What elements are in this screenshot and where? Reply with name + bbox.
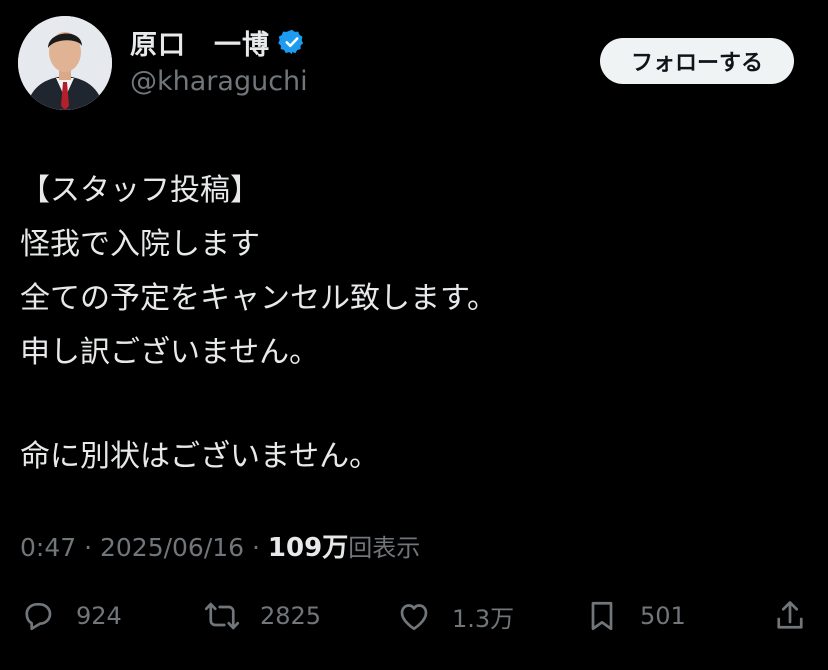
post-line-blank	[20, 380, 497, 430]
bookmark-icon	[591, 601, 613, 631]
bookmark-button[interactable]: 501	[584, 590, 686, 642]
views-label: 回表示	[348, 534, 421, 562]
post-line: 命に別状はございません。	[20, 439, 380, 474]
post-line: 全ての予定をキャンセル致します。	[20, 281, 497, 316]
post-time[interactable]: 0:47	[20, 533, 76, 562]
post-line: 怪我で入院します	[20, 227, 260, 262]
reply-button[interactable]: 924	[20, 590, 122, 642]
bookmark-count: 501	[640, 602, 686, 630]
views-count: 109万	[267, 533, 349, 563]
post-line: 【スタッフ投稿】	[20, 173, 260, 208]
post-date[interactable]: 2025/06/16	[100, 533, 244, 562]
repost-icon	[204, 602, 240, 630]
follow-button[interactable]: フォローする	[600, 38, 794, 84]
action-bar: 924 2825 1.3万 501	[0, 590, 828, 642]
repost-count: 2825	[260, 602, 322, 630]
like-button[interactable]: 1.3万	[396, 590, 514, 642]
post-header: 原口 一博 @kharaguchi フォローする	[18, 16, 810, 112]
share-icon	[777, 601, 803, 629]
like-count: 1.3万	[452, 604, 515, 633]
post-line: 申し訳ございません。	[20, 335, 320, 370]
share-button[interactable]	[772, 590, 808, 642]
reply-icon	[25, 602, 52, 631]
reply-count: 924	[76, 602, 122, 630]
meta-separator: ·	[76, 533, 100, 562]
meta-separator: ·	[244, 533, 268, 562]
post-meta: 0:47 · 2025/06/16 · 109万 回表示	[20, 527, 420, 564]
verified-badge-icon	[278, 29, 304, 55]
author-name[interactable]: 原口 一博	[130, 23, 270, 62]
author-handle[interactable]: @kharaguchi	[130, 66, 308, 97]
avatar[interactable]	[18, 16, 112, 110]
avatar-portrait	[18, 16, 112, 110]
name-row: 原口 一博	[130, 23, 306, 62]
like-icon	[400, 604, 428, 631]
repost-button[interactable]: 2825	[204, 590, 321, 642]
post-text: 【スタッフ投稿】 怪我で入院します 全ての予定をキャンセル致します。 申し訳ござ…	[20, 164, 497, 484]
